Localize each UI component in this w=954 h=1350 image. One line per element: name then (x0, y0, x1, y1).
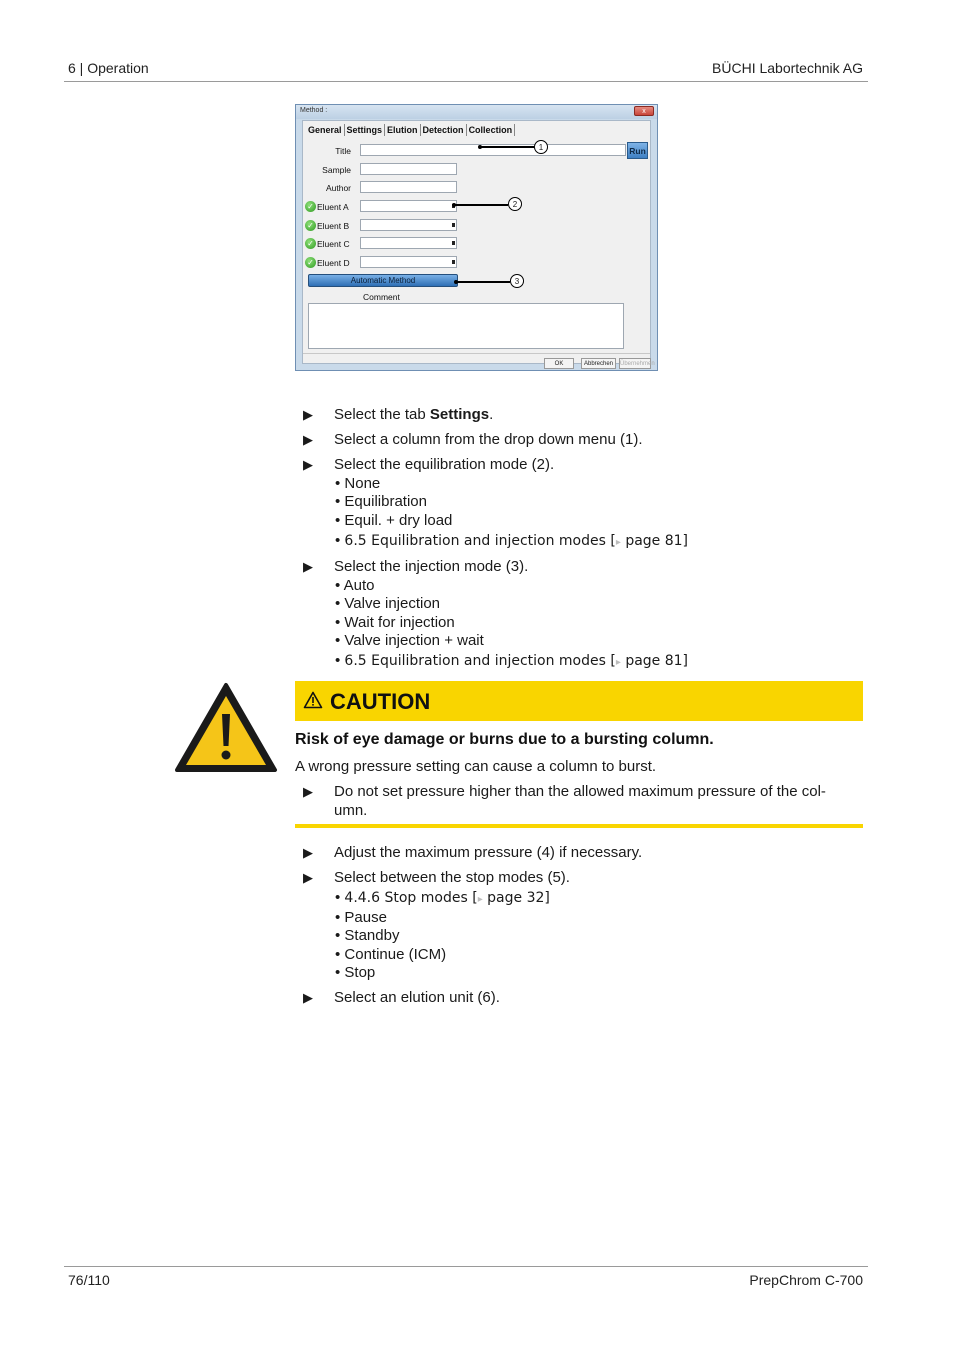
sample-label: Sample (322, 165, 351, 175)
eluent-b-select[interactable] (360, 219, 457, 231)
caution-instruction-cont: umn. (334, 802, 368, 819)
stop-option: • Continue (ICM) (335, 946, 447, 963)
dialog-body: General Settings Elution Detection Colle… (302, 120, 655, 369)
arrow-icon: ▶ (303, 407, 313, 422)
caution-heading: Risk of eye damage or burns due to a bur… (295, 731, 714, 748)
run-button[interactable]: Run (627, 142, 648, 159)
header-section: 6 | Operation (68, 60, 149, 76)
injection-option: • Auto (335, 577, 375, 594)
arrow-icon: ▶ (303, 559, 313, 574)
arrow-icon: ▶ (303, 784, 313, 799)
warning-icon (303, 691, 323, 709)
caution-bottom-rule (295, 824, 863, 828)
comment-textarea[interactable] (308, 303, 624, 349)
page-number: 76/110 (68, 1272, 110, 1288)
dropdown-arrow-icon (452, 223, 455, 227)
arrow-icon: ▶ (303, 845, 313, 860)
header-company: BÜCHI Labortechnik AG (712, 60, 863, 76)
dialog-tabs: General Settings Elution Detection Colle… (306, 124, 516, 136)
callout-3-line (456, 281, 510, 283)
header-rule (64, 81, 868, 82)
injection-option: • Wait for injection (335, 614, 455, 631)
eluent-d-select[interactable] (360, 256, 457, 268)
caution-banner: CAUTION (295, 681, 863, 721)
arrow-icon: ▶ (303, 990, 313, 1005)
author-label: Author (325, 183, 351, 193)
dropdown-arrow-icon (452, 260, 455, 264)
tab-elution[interactable]: Elution (385, 124, 421, 136)
stop-option: • Stop (335, 964, 376, 981)
xref-stop-modes[interactable]: • 4.4.6 Stop modes [▸ page 32] (335, 889, 550, 906)
arrow-icon: ▶ (303, 432, 313, 447)
apply-button[interactable]: Übernehmen (619, 358, 655, 369)
step-max-pressure: ▶ Adjust the maximum pressure (4) if nece… (303, 844, 643, 861)
eluent-c-select[interactable] (360, 237, 457, 249)
caution-title: CAUTION (330, 689, 431, 714)
callout-1: 1 (534, 140, 548, 154)
step-select-column: ▶ Select a column from the drop down menu… (303, 431, 643, 448)
dialog-title: Method : (300, 107, 328, 114)
footer-rule (64, 1266, 868, 1267)
arrow-icon: ▶ (303, 457, 313, 472)
check-icon: ✓ (305, 220, 316, 231)
injection-option: • Valve injection (335, 595, 441, 612)
step-equilibration-mode: ▶ Select the equilibration mode (2). (303, 456, 555, 473)
caution-instruction: ▶ Do not set pressure higher than the all… (303, 783, 826, 800)
comment-label: Comment (363, 292, 400, 302)
equil-option: • None (335, 475, 381, 492)
stop-option: • Pause (335, 909, 387, 926)
eluent-b-label: Eluent B (317, 221, 350, 231)
tab-settings[interactable]: Settings (345, 124, 386, 136)
injection-option: • Valve injection + wait (335, 632, 484, 649)
callout-3: 3 (510, 274, 524, 288)
automatic-method-button[interactable]: Automatic Method (308, 274, 458, 287)
xref-equilibration[interactable]: • 6.5 Equilibration and injection modes … (335, 532, 688, 549)
sample-input[interactable] (360, 163, 457, 175)
cancel-button[interactable]: Abbrechen (581, 358, 616, 369)
close-icon[interactable]: x (634, 106, 654, 116)
stop-option: • Standby (335, 927, 400, 944)
xref-injection[interactable]: • 6.5 Equilibration and injection modes … (335, 652, 688, 669)
dialog-separator (303, 353, 650, 354)
equil-option: • Equilibration (335, 493, 427, 510)
check-icon: ✓ (305, 238, 316, 249)
eluent-d-label: Eluent D (317, 258, 350, 268)
step-select-settings-tab: ▶ Select the tab Settings. (303, 406, 494, 423)
tab-general[interactable]: General (306, 124, 345, 136)
eluent-c-label: Eluent C (317, 239, 350, 249)
callout-2: 2 (508, 197, 522, 211)
equil-option: • Equil. + dry load (335, 512, 453, 529)
tab-collection[interactable]: Collection (467, 124, 516, 136)
dialog-titlebar: Method : x (296, 105, 657, 119)
footer-product: PrepChrom C-700 (749, 1272, 863, 1288)
dropdown-arrow-icon (452, 241, 455, 245)
caution-text: A wrong pressure setting can cause a col… (295, 758, 657, 775)
step-injection-mode: ▶ Select the injection mode (3). (303, 558, 529, 575)
check-icon: ✓ (305, 257, 316, 268)
eluent-a-select[interactable] (360, 200, 457, 212)
method-dialog-screenshot: Method : x General Settings Elution Dete… (295, 104, 658, 371)
check-icon: ✓ (305, 201, 316, 212)
callout-2-line (454, 204, 508, 206)
callout-1-line (480, 146, 534, 148)
arrow-icon: ▶ (303, 870, 313, 885)
tab-detection[interactable]: Detection (421, 124, 467, 136)
step-stop-modes: ▶ Select between the stop modes (5). (303, 869, 570, 886)
title-label: Title (335, 146, 351, 156)
step-elution-unit: ▶ Select an elution unit (6). (303, 989, 500, 1006)
author-input[interactable] (360, 181, 457, 193)
ok-button[interactable]: OK (544, 358, 574, 369)
eluent-a-label: Eluent A (317, 202, 349, 212)
warning-triangle-icon (175, 683, 277, 772)
